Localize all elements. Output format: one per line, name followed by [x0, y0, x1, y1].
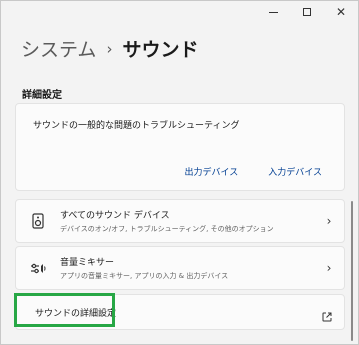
troubleshoot-links: 出力デバイス 入力デバイス — [185, 165, 322, 178]
maximize-button[interactable] — [290, 1, 324, 23]
page-title: サウンド — [122, 39, 199, 61]
maximize-icon — [303, 8, 311, 16]
chevron-right-icon: › — [326, 261, 332, 275]
advanced-sound-settings-row[interactable]: サウンドの詳細設定 — [15, 294, 345, 330]
breadcrumb-separator-icon: › — [106, 39, 113, 58]
breadcrumb: システム › サウンド — [21, 35, 198, 62]
input-devices-link[interactable]: 入力デバイス — [268, 165, 322, 178]
scrollbar[interactable] — [351, 201, 353, 341]
external-link-icon — [322, 307, 332, 326]
volume-mixer-subtitle: アプリの音量ミキサー, アプリの入力 & 出力デバイス — [60, 272, 229, 280]
minimize-button[interactable] — [256, 1, 290, 23]
troubleshoot-title: サウンドの一般的な問題のトラブルシューティング — [33, 121, 240, 131]
section-heading-advanced: 詳細設定 — [22, 90, 62, 101]
volume-mixer-title: 音量ミキサー — [60, 258, 115, 268]
all-sound-devices-subtitle: デバイスのオン/オフ, トラブルシューティング, その他のオプション — [60, 225, 274, 233]
title-bar-controls: ✕ — [256, 1, 358, 23]
chevron-right-icon: › — [326, 214, 332, 228]
output-devices-link[interactable]: 出力デバイス — [185, 165, 239, 178]
breadcrumb-parent-system[interactable]: システム — [21, 35, 96, 62]
troubleshoot-card: サウンドの一般的な問題のトラブルシューティング 出力デバイス 入力デバイス — [15, 103, 345, 191]
close-icon: ✕ — [335, 5, 347, 19]
speaker-icon — [16, 213, 60, 229]
settings-window: ✕ システム › サウンド 詳細設定 サウンドの一般的な問題のトラブルシューティ… — [0, 0, 359, 345]
all-sound-devices-row[interactable]: すべてのサウンド デバイス デバイスのオン/オフ, トラブルシューティング, そ… — [15, 199, 345, 243]
advanced-sound-settings-label: サウンドの詳細設定 — [35, 309, 117, 319]
all-sound-devices-title: すべてのサウンド デバイス — [60, 211, 170, 221]
minimize-icon — [268, 11, 278, 13]
volume-mixer-icon — [16, 261, 60, 275]
volume-mixer-text: 音量ミキサー アプリの音量ミキサー, アプリの入力 & 出力デバイス — [60, 255, 314, 281]
close-button[interactable]: ✕ — [324, 1, 358, 23]
volume-mixer-row[interactable]: 音量ミキサー アプリの音量ミキサー, アプリの入力 & 出力デバイス › — [15, 246, 345, 290]
all-sound-devices-text: すべてのサウンド デバイス デバイスのオン/オフ, トラブルシューティング, そ… — [60, 208, 314, 234]
